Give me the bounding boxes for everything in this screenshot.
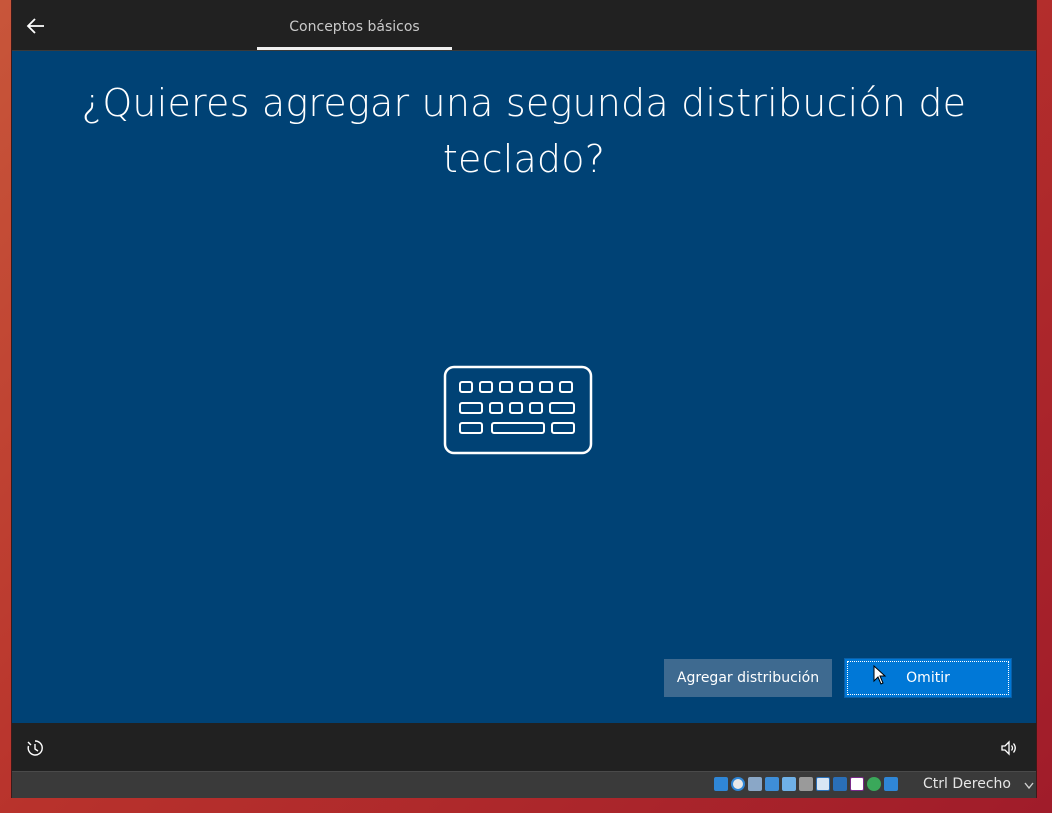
add-layout-button[interactable]: Agregar distribución — [664, 659, 832, 697]
mouse-cursor-icon — [873, 665, 887, 685]
skip-button[interactable]: Omitir — [845, 659, 1011, 697]
keyboard-icon — [443, 365, 593, 455]
mouse-integration-icon[interactable] — [867, 777, 881, 791]
page-title: ¿Quieres agregar una segunda distribució… — [81, 81, 967, 181]
tab-conceptos-basicos[interactable]: Conceptos básicos — [257, 0, 452, 50]
audio-icon[interactable] — [748, 777, 762, 791]
hard-disk-icon[interactable] — [714, 777, 728, 791]
ease-of-access-icon[interactable] — [26, 739, 44, 757]
usb-icon[interactable] — [782, 777, 796, 791]
tab-selected-indicator — [257, 47, 452, 50]
network-icon[interactable] — [765, 777, 779, 791]
host-key-label: Ctrl Derecho — [923, 776, 1011, 792]
optical-drive-icon[interactable] — [731, 777, 745, 791]
top-bar: Conceptos básicos — [12, 0, 1036, 51]
vm-window: Conceptos básicos ¿Quieres agregar una s… — [12, 0, 1036, 798]
capture-icon[interactable] — [833, 777, 847, 791]
cpu-icon[interactable] — [850, 777, 864, 791]
main-content: ¿Quieres agregar una segunda distribució… — [12, 51, 1036, 723]
shared-folder-icon[interactable] — [799, 777, 813, 791]
status-icons — [714, 777, 898, 793]
arrow-left-icon — [26, 18, 44, 34]
bottom-bar — [12, 723, 1036, 771]
keyboard-capture-icon[interactable] — [884, 777, 898, 791]
chevron-down-icon[interactable] — [1024, 782, 1034, 790]
back-button[interactable] — [22, 12, 50, 40]
vm-status-bar: Ctrl Derecho — [12, 771, 1036, 798]
volume-icon[interactable] — [1000, 739, 1018, 757]
display-icon[interactable] — [816, 777, 830, 791]
